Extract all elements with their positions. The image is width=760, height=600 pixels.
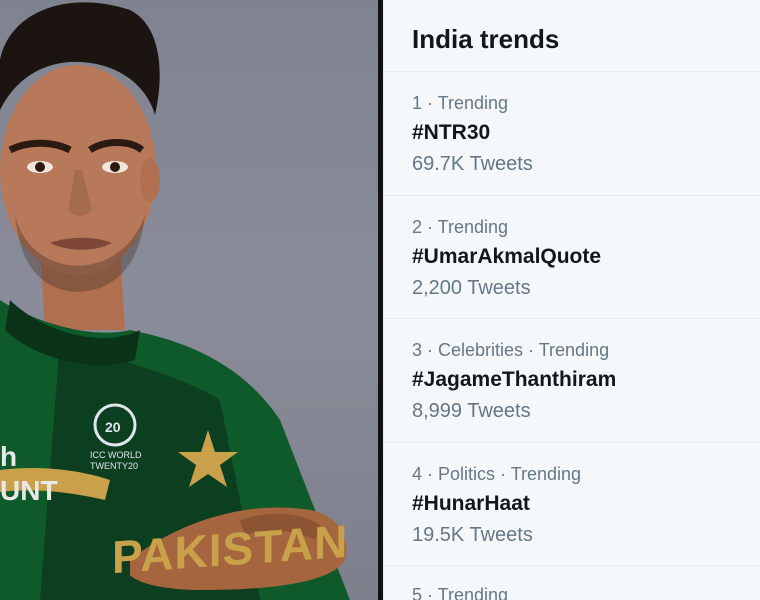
trend-count: 69.7K Tweets bbox=[412, 153, 533, 175]
player-photo: 20 PAKISTAN ICC WORLD TWENTY20 h UNT bbox=[0, 0, 378, 600]
trend-meta: 3 · Celebrities · Trending bbox=[412, 340, 610, 360]
trends-panel: India trends 1 · Trending #NTR30 69.7K T… bbox=[383, 0, 760, 600]
trend-meta: 5 · Trending bbox=[412, 585, 509, 600]
trend-item[interactable]: 5 · Trending bbox=[384, 566, 760, 600]
trend-name[interactable]: #JagameThanthiram bbox=[412, 366, 760, 394]
trend-item[interactable]: 2 · Trending #UmarAkmalQuote 2,200 Tweet… bbox=[384, 196, 760, 319]
trend-item[interactable]: 1 · Trending #NTR30 69.7K Tweets bbox=[384, 72, 760, 196]
trends-title: India trends bbox=[412, 24, 560, 54]
trend-count: 19.5K Tweets bbox=[412, 523, 533, 546]
trend-count: 2,200 Tweets bbox=[412, 276, 531, 299]
sponsor-text: h UNT bbox=[0, 441, 58, 506]
trend-item[interactable]: 4 · Politics · Trending #HunarHaat 19.5K… bbox=[384, 443, 760, 566]
trend-meta: 2 · Trending bbox=[412, 216, 509, 237]
svg-text:20: 20 bbox=[105, 419, 121, 435]
trend-name[interactable]: #HunarHaat bbox=[412, 490, 760, 518]
trends-header: India trends bbox=[384, 0, 760, 72]
trend-name[interactable]: #UmarAkmalQuote bbox=[412, 243, 760, 271]
player-illustration: 20 bbox=[0, 2, 350, 600]
trend-count: 8,999 Tweets bbox=[412, 400, 531, 422]
trend-meta: 1 · Trending bbox=[412, 93, 509, 113]
trend-item[interactable]: 3 · Celebrities · Trending #JagameThanth… bbox=[384, 319, 760, 443]
trend-meta: 4 · Politics · Trending bbox=[412, 463, 582, 484]
trend-name[interactable]: #NTR30 bbox=[412, 119, 760, 147]
badge-text: ICC WORLD TWENTY20 bbox=[90, 450, 142, 471]
